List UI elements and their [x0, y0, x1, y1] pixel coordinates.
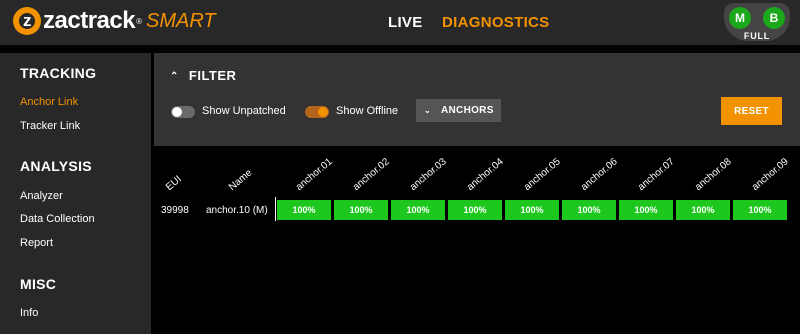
cell-anchor-07-quality: 100% — [619, 200, 673, 220]
row-divider — [275, 197, 276, 221]
brand-name: zactrack — [43, 7, 136, 34]
cell-anchor-05-quality: 100% — [505, 200, 559, 220]
sidebar-heading-misc: MISC — [20, 276, 57, 292]
column-header-anchor-07: anchor.07 — [635, 156, 677, 193]
sidebar: TRACKING Anchor Link Tracker Link ANALYS… — [0, 53, 151, 334]
show-unpatched-label: Show Unpatched — [202, 105, 286, 117]
column-header-anchor-05: anchor.05 — [521, 156, 563, 193]
sidebar-item-report[interactable]: Report — [20, 237, 53, 249]
cell-anchor-01-quality: 100% — [277, 200, 331, 220]
cell-anchor-09-quality: 100% — [733, 200, 787, 220]
status-b-badge: B — [763, 7, 785, 29]
column-header-eui: EUI — [163, 173, 184, 193]
column-header-anchor-08: anchor.08 — [692, 156, 734, 193]
cell-anchor-03-quality: 100% — [391, 200, 445, 220]
cell-anchor-04-quality: 100% — [448, 200, 502, 220]
column-header-anchor-04: anchor.04 — [464, 156, 506, 193]
brand-subtitle: SMART — [145, 9, 216, 32]
sidebar-item-tracker-link[interactable]: Tracker Link — [20, 120, 80, 132]
sidebar-heading-tracking: TRACKING — [20, 65, 97, 81]
show-offline-toggle[interactable] — [305, 106, 329, 118]
cell-anchor-02-quality: 100% — [334, 200, 388, 220]
show-offline-label: Show Offline — [336, 105, 399, 117]
chevron-down-icon: ⌄ — [424, 106, 432, 115]
system-status-indicator: M B FULL — [724, 3, 790, 41]
anchor-link-table: EUI Name anchor.01 anchor.02 anchor.03 a… — [151, 146, 800, 334]
column-header-anchor-09: anchor.09 — [749, 156, 791, 193]
status-label: FULL — [743, 31, 771, 41]
cell-name: anchor.10 (M) — [206, 205, 268, 216]
filter-title: FILTER — [188, 68, 237, 83]
nav-diagnostics[interactable]: DIAGNOSTICS — [442, 14, 549, 31]
nav-live[interactable]: LIVE — [388, 14, 423, 31]
cell-anchor-06-quality: 100% — [562, 200, 616, 220]
status-m-badge: M — [729, 7, 751, 29]
cell-eui: 39998 — [161, 205, 189, 216]
toggle-knob — [318, 107, 328, 117]
anchors-dropdown-button[interactable]: ⌄ ANCHORS — [416, 99, 501, 122]
sidebar-item-analyzer[interactable]: Analyzer — [20, 190, 63, 202]
sidebar-heading-analysis: ANALYSIS — [20, 158, 92, 174]
app-header: z zactrack ® SMART LIVE DIAGNOSTICS M B … — [0, 0, 800, 45]
column-header-anchor-06: anchor.06 — [578, 156, 620, 193]
column-header-anchor-02: anchor.02 — [350, 156, 392, 193]
column-header-name: Name — [226, 167, 255, 193]
reset-button[interactable]: RESET — [721, 97, 782, 125]
cell-anchor-08-quality: 100% — [676, 200, 730, 220]
show-unpatched-toggle[interactable] — [171, 106, 195, 118]
filter-collapse-toggle[interactable]: ⌃ FILTER — [170, 68, 236, 83]
column-header-anchor-01: anchor.01 — [293, 156, 335, 193]
brand-registered-mark: ® — [136, 16, 142, 26]
zactrack-logo-icon: z — [13, 7, 41, 35]
sidebar-item-anchor-link[interactable]: Anchor Link — [20, 96, 78, 108]
column-header-anchor-03: anchor.03 — [407, 156, 449, 193]
sidebar-item-info[interactable]: Info — [20, 307, 38, 319]
chevron-up-icon: ⌃ — [170, 71, 179, 82]
toggle-knob — [172, 107, 182, 117]
app-logo: z zactrack ® SMART — [13, 7, 216, 35]
anchors-label: ANCHORS — [441, 105, 494, 116]
sidebar-item-data-collection[interactable]: Data Collection — [20, 213, 95, 225]
filter-panel: ⌃ FILTER Show Unpatched Show Offline ⌄ ANC… — [154, 53, 800, 146]
